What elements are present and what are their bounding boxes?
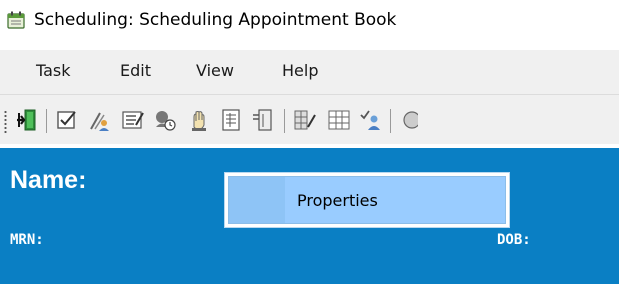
- patient-name-label: Name:: [10, 166, 87, 194]
- menu-help[interactable]: Help: [282, 61, 318, 80]
- menu-view[interactable]: View: [196, 61, 234, 80]
- document-grid-icon[interactable]: [218, 107, 244, 133]
- grid-sign-icon[interactable]: [292, 107, 318, 133]
- calendar-app-icon: [6, 10, 26, 30]
- title-bar: Scheduling: Scheduling Appointment Book: [0, 0, 619, 44]
- hand-stop-icon[interactable]: [186, 107, 212, 133]
- toolbar-separator: [390, 109, 391, 133]
- person-pen-icon[interactable]: [86, 107, 112, 133]
- menu-edit[interactable]: Edit: [120, 61, 151, 80]
- context-menu-item-properties[interactable]: Properties: [228, 176, 506, 224]
- grid-schedule-icon[interactable]: [326, 107, 352, 133]
- exit-door-icon[interactable]: [14, 107, 40, 133]
- toolbar-grip[interactable]: [4, 110, 7, 134]
- context-menu-item-label: Properties: [297, 191, 378, 210]
- toolbar-separator: [46, 109, 47, 133]
- clock-appointment-icon[interactable]: [152, 107, 178, 133]
- menu-task[interactable]: Task: [36, 61, 71, 80]
- context-menu: Properties: [224, 172, 510, 228]
- mrn-label: MRN:: [10, 232, 44, 248]
- menu-bar: Task Edit View Help: [0, 50, 619, 94]
- toolbar-separator: [284, 109, 285, 133]
- window-title: Scheduling: Scheduling Appointment Book: [34, 10, 397, 30]
- form-edit-icon[interactable]: [120, 107, 146, 133]
- partial-icon[interactable]: [398, 107, 418, 133]
- context-menu-icon-gutter: [229, 177, 285, 223]
- dob-label: DOB:: [497, 232, 531, 248]
- checkbox-icon[interactable]: [54, 107, 80, 133]
- door-edit-icon[interactable]: [250, 107, 276, 133]
- toolbar: [0, 94, 619, 144]
- check-person-icon[interactable]: [358, 107, 384, 133]
